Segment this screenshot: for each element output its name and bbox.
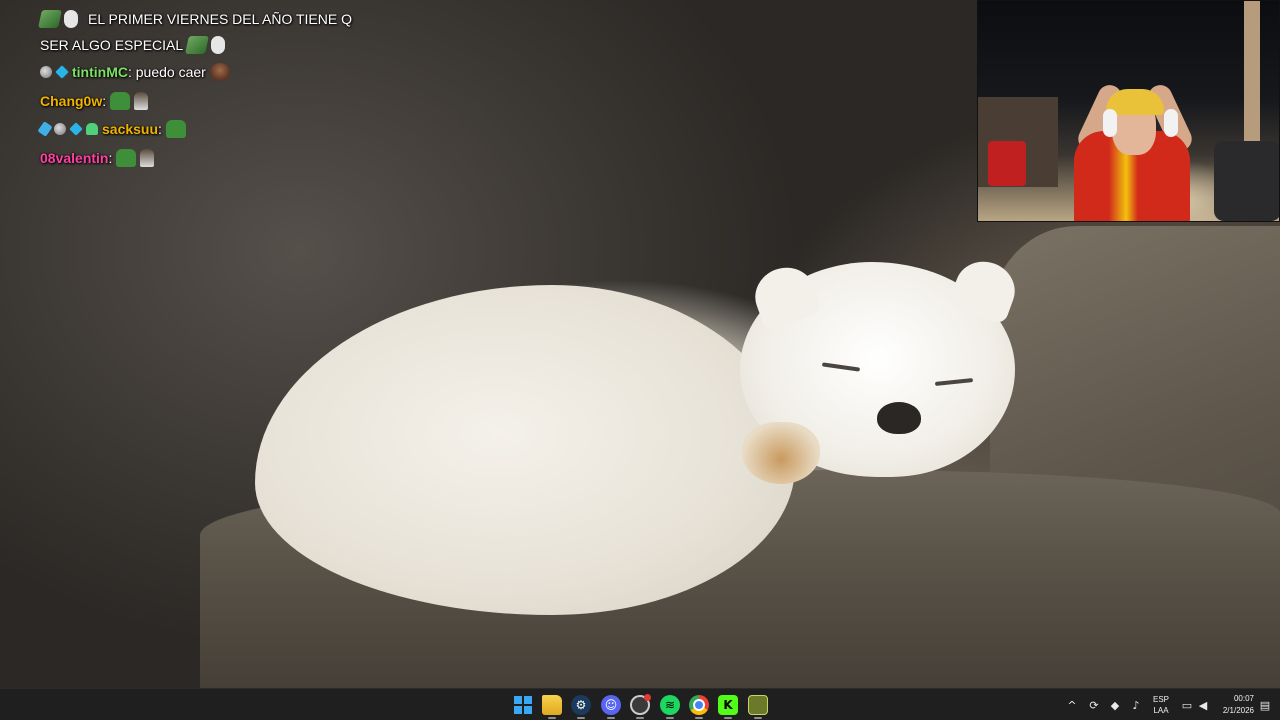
frog-emote <box>116 149 137 167</box>
moon-badge <box>54 123 66 135</box>
face-emote <box>209 63 230 81</box>
game-icon[interactable] <box>748 695 768 715</box>
discord-icon[interactable]: ☺ <box>601 695 621 715</box>
moon-badge <box>40 66 52 78</box>
money-emote <box>185 36 210 54</box>
webcam-background-bag <box>988 141 1026 186</box>
ghost-badge <box>86 123 98 135</box>
windows-icon[interactable] <box>513 695 533 715</box>
chat-message: EL PRIMER VIERNES DEL AÑO TIENE Q <box>38 10 352 28</box>
frog-emote <box>110 92 131 110</box>
cube-badge <box>69 122 83 136</box>
chat-message: tintinMC: puedo caer <box>40 63 230 81</box>
wallpaper-fox-paw <box>742 422 820 484</box>
hands-emote <box>64 10 78 28</box>
shield-icon[interactable]: ◆ <box>1108 698 1122 712</box>
chat-message: Chang0w: <box>40 92 149 110</box>
chat-message-text: EL PRIMER VIERNES DEL AÑO TIENE Q <box>88 11 352 27</box>
chat-separator: : <box>102 93 107 109</box>
chat-message-text: puedo caer <box>131 64 206 80</box>
monitor-icon[interactable]: ▭ <box>1180 698 1194 712</box>
chat-separator: : <box>158 121 162 137</box>
app-running-indicator <box>754 717 762 719</box>
chat-username[interactable]: tintinMC <box>72 64 128 80</box>
chevron-up-icon[interactable]: ^ <box>1065 698 1079 712</box>
language-code: ESP <box>1152 695 1169 704</box>
app-running-indicator <box>724 717 732 719</box>
kick-icon[interactable]: K <box>718 695 738 715</box>
smallguy-emote <box>140 149 155 167</box>
taskbar: ⚙ ☺ ≋ K ^ ⟳ ◆ ♪ ESP LAA ▭ ◀ 00:07 2/1/20… <box>0 688 1280 720</box>
webcam-headphone-right <box>1164 109 1178 137</box>
hands-emote <box>211 36 226 54</box>
chat-separator: : <box>108 150 113 166</box>
keyboard-layout: LAA <box>1153 706 1169 715</box>
wallpaper-fox-body <box>255 285 795 615</box>
chat-message: sacksuu: <box>37 120 186 138</box>
clock[interactable]: 00:07 2/1/2026 <box>1210 693 1254 717</box>
frog-emote <box>165 120 186 138</box>
chat-message: SER ALGO ESPECIAL <box>40 36 226 54</box>
volume-icon[interactable]: ◀ <box>1196 698 1210 712</box>
app-running-indicator <box>607 717 615 719</box>
chrome-icon[interactable] <box>689 695 709 715</box>
wallpaper-fox-nose <box>877 402 921 434</box>
clock-time: 00:07 <box>1233 694 1254 703</box>
clock-date: 2/1/2026 <box>1222 706 1254 715</box>
sword-badge <box>37 121 53 137</box>
recording-dot-icon <box>644 694 651 701</box>
folder-icon[interactable] <box>542 695 562 715</box>
microphone-icon[interactable]: ♪ <box>1129 698 1143 712</box>
app-running-indicator <box>666 717 674 719</box>
app-running-indicator <box>548 717 556 719</box>
spotify-icon[interactable]: ≋ <box>660 695 680 715</box>
steam-icon[interactable]: ⚙ <box>571 695 591 715</box>
cube-badge <box>55 65 69 79</box>
webcam-overlay <box>977 0 1280 222</box>
language-indicator[interactable]: ESP LAA <box>1150 694 1172 716</box>
money-emote <box>38 10 62 28</box>
chat-username[interactable]: Chang0w <box>40 93 102 109</box>
app-running-indicator <box>577 717 585 719</box>
webcam-background-pillar <box>1244 1 1260 151</box>
webcam-headphone-left <box>1103 109 1117 137</box>
notification-icon[interactable]: ▤ <box>1258 698 1272 712</box>
chat-message: 08valentin: <box>40 149 155 167</box>
chat-username[interactable]: 08valentin <box>40 150 108 166</box>
chat-message-text: SER ALGO ESPECIAL <box>40 37 184 53</box>
chat-username[interactable]: sacksuu <box>102 121 158 137</box>
app-running-indicator <box>695 717 703 719</box>
obs-icon[interactable] <box>630 694 651 715</box>
app-running-indicator <box>636 717 644 719</box>
sync-icon[interactable]: ⟳ <box>1087 698 1101 712</box>
smallguy-emote <box>134 92 149 110</box>
webcam-background-chair <box>1214 141 1279 221</box>
